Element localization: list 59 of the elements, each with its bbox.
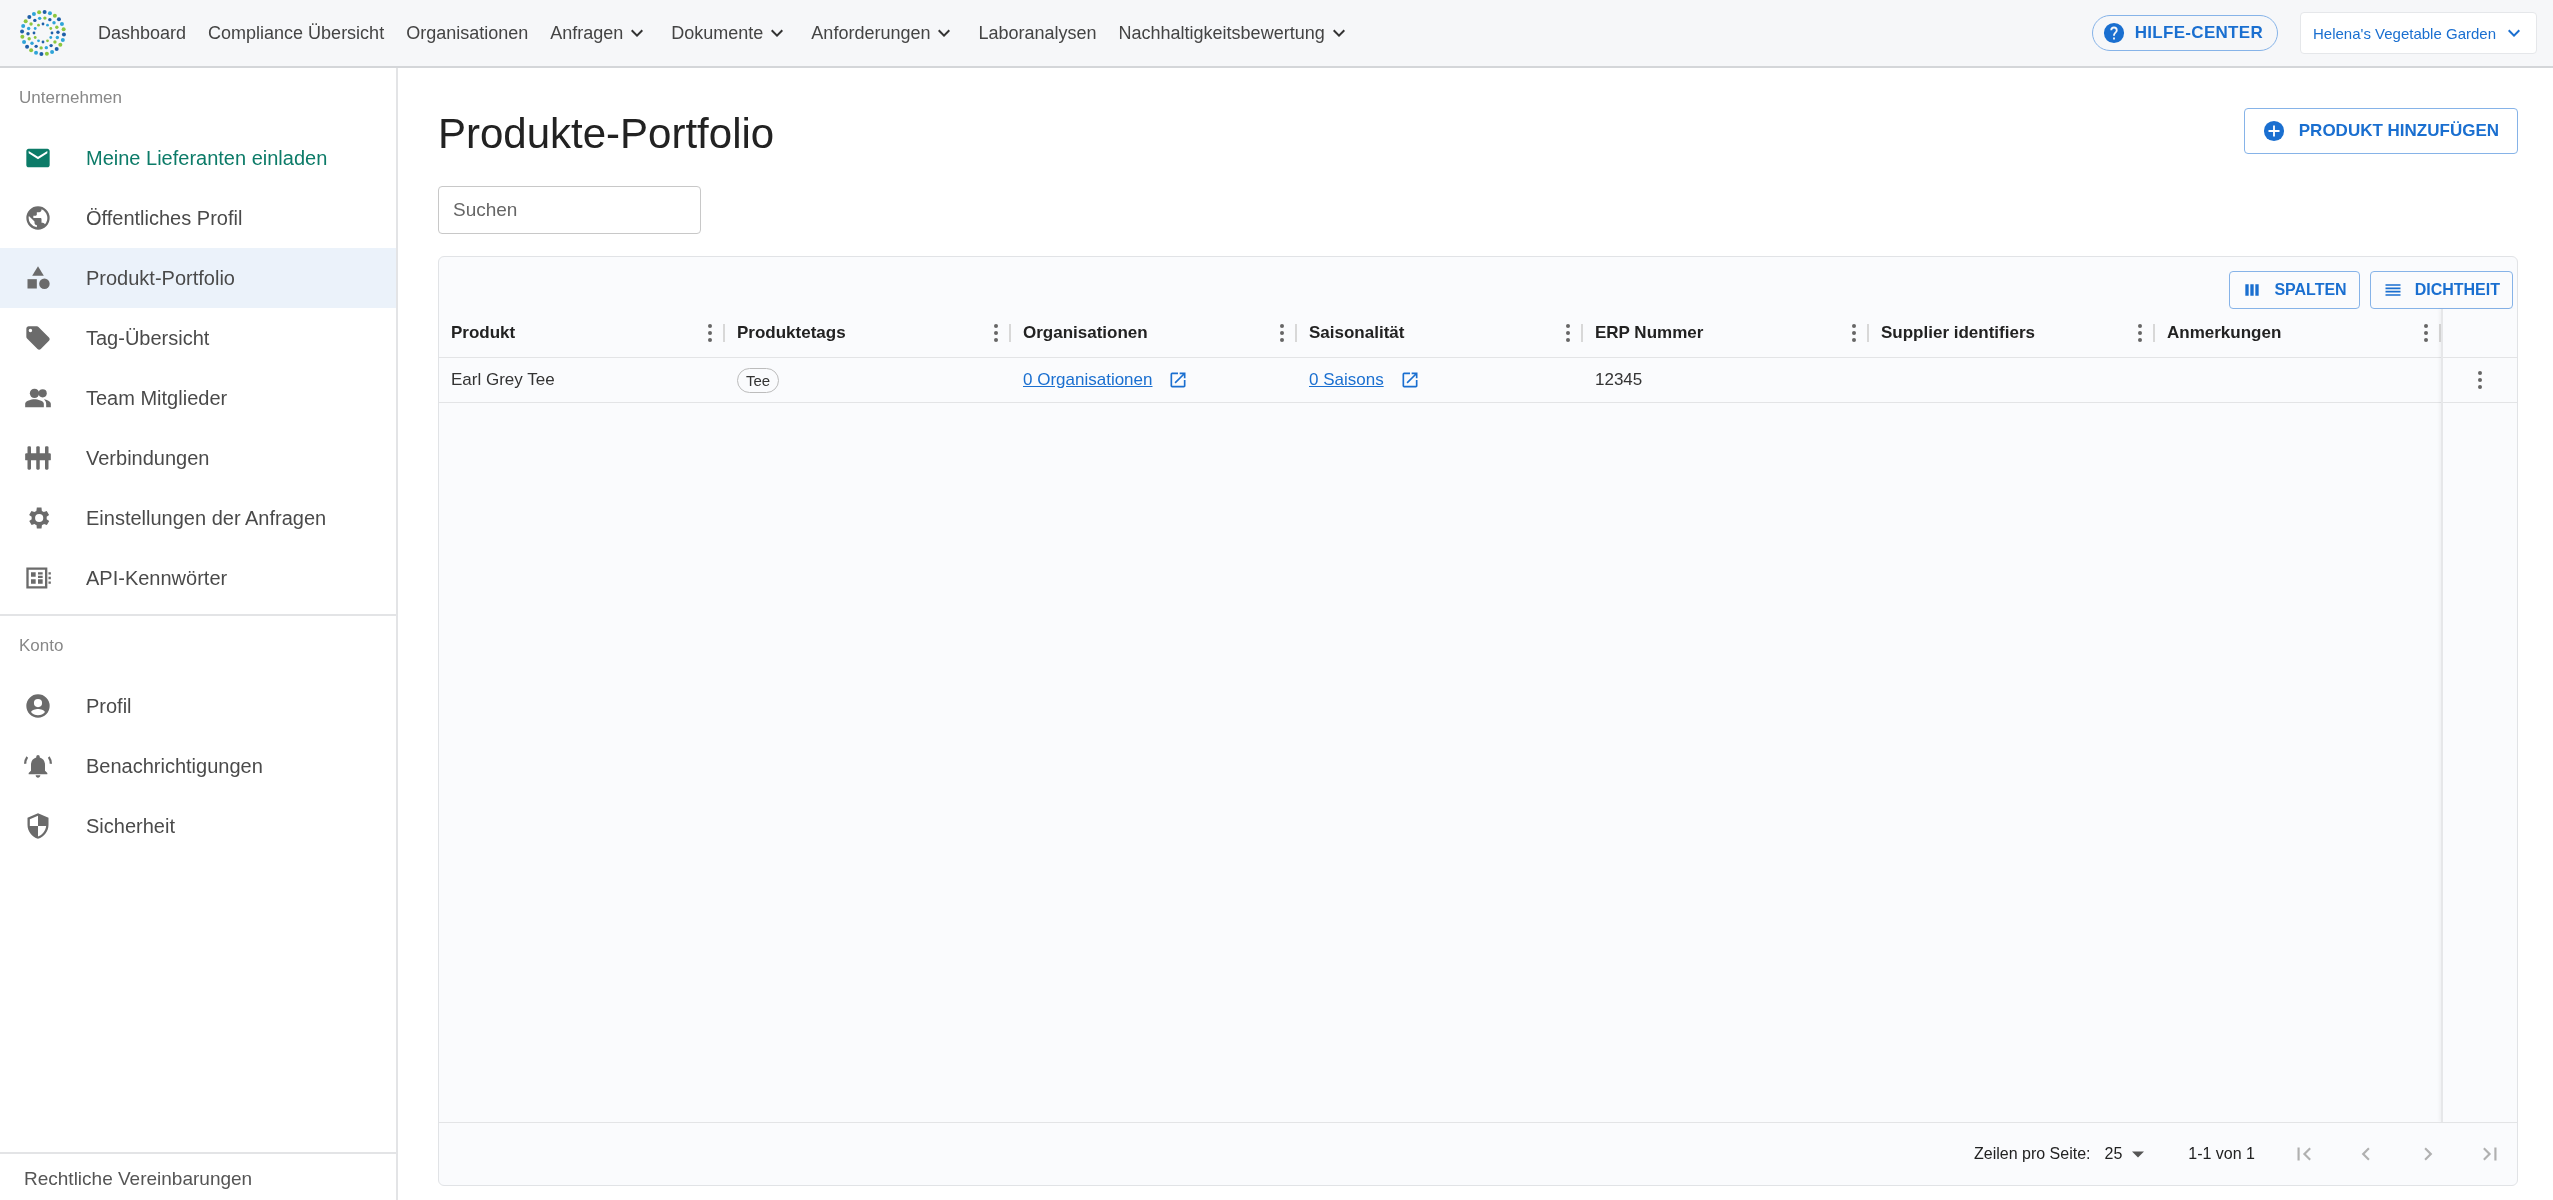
table-cell: 12345 — [1595, 370, 1643, 390]
column-header[interactable]: Supplier identifiers — [1881, 323, 2035, 343]
page-range: 1-1 von 1 — [2188, 1145, 2255, 1163]
column-header[interactable]: Organisationen — [1023, 323, 1148, 343]
column-header[interactable]: Saisonalität — [1309, 323, 1405, 343]
column-header[interactable]: Produkt — [451, 323, 516, 343]
more-vertical-icon[interactable] — [2423, 323, 2429, 343]
nav-link[interactable]: Anfragen — [550, 21, 650, 45]
sidebar-item[interactable]: Tag-Übersicht — [0, 308, 396, 368]
sidebar-item[interactable]: Meine Lieferanten einladen — [0, 128, 396, 188]
section-heading: Konto — [18, 635, 65, 657]
rows-per-page-select[interactable]: 25 — [2104, 1145, 2145, 1163]
sidebar-item[interactable]: Sicherheit — [0, 796, 396, 856]
sidebar-item[interactable]: Team Mitglieder — [0, 368, 396, 428]
more-vertical-icon[interactable] — [993, 323, 999, 343]
plus-circle-icon — [2262, 120, 2285, 142]
add-product-button[interactable]: PRODUKT HINZUFÜGEN — [2243, 108, 2518, 154]
table-cell: Earl Grey Tee — [451, 370, 555, 390]
logo-icon[interactable] — [18, 8, 68, 58]
sidebar-item[interactable]: Profil — [0, 676, 396, 736]
more-vertical-icon[interactable] — [1851, 323, 1857, 343]
globe-icon — [24, 204, 52, 232]
more-vertical-icon[interactable] — [2137, 323, 2143, 343]
table-link[interactable]: 0 Organisationen — [1023, 370, 1153, 390]
section-heading: Unternehmen — [18, 87, 123, 109]
nav-link[interactable]: Dokumente — [671, 21, 790, 45]
account-dropdown[interactable]: Helena's Vegetable Garden — [2300, 12, 2537, 54]
rows-per-page-label: Zeilen pro Seite: — [1973, 1145, 2091, 1163]
more-vertical-icon[interactable] — [707, 323, 713, 343]
sidebar-item[interactable]: API-Kennwörter — [0, 548, 396, 608]
sidebar-item[interactable]: Öffentliches Profil — [0, 188, 396, 248]
plugs-icon — [24, 444, 52, 472]
columns-button[interactable]: SPALTEN — [2229, 271, 2360, 309]
bell-icon — [24, 752, 52, 780]
help-icon — [2102, 22, 2125, 44]
nav-link[interactable]: Anforderungen — [811, 21, 957, 45]
nav-link[interactable]: Laboranalysen — [978, 22, 1097, 44]
more-vertical-icon[interactable] — [1565, 323, 1571, 343]
more-vertical-icon[interactable] — [2477, 370, 2483, 390]
search-field[interactable]: Suchen — [438, 186, 701, 234]
caret-down-icon — [2132, 1150, 2145, 1158]
nav-link[interactable]: Compliance Übersicht — [208, 22, 385, 44]
sidebar-item[interactable]: Verbindungen — [0, 428, 396, 488]
nav-link[interactable]: Nachhaltigkeitsbewertung — [1118, 21, 1351, 45]
more-vertical-icon[interactable] — [1279, 323, 1285, 343]
table-link[interactable]: 0 Saisons — [1309, 370, 1384, 390]
column-header[interactable]: Produktetags — [737, 323, 846, 343]
column-header[interactable]: Anmerkungen — [2167, 323, 2282, 343]
tag-icon — [24, 324, 52, 352]
page-title: Produkte-Portfolio — [438, 110, 775, 158]
legal-link[interactable]: Rechtliche Vereinbarungen — [0, 1152, 396, 1200]
density-button[interactable]: DICHTHEIT — [2369, 271, 2513, 309]
nav-link[interactable]: Dashboard — [98, 22, 187, 44]
sidebar-item[interactable]: Produkt-Portfolio — [0, 248, 396, 308]
sidebar-item[interactable]: Benachrichtigungen — [0, 736, 396, 796]
nav-link[interactable]: Organisationen — [406, 22, 529, 44]
sidebar-item[interactable]: Einstellungen der Anfragen — [0, 488, 396, 548]
external-link-icon[interactable] — [1168, 370, 1189, 390]
column-header[interactable]: ERP Nummer — [1595, 323, 1704, 343]
